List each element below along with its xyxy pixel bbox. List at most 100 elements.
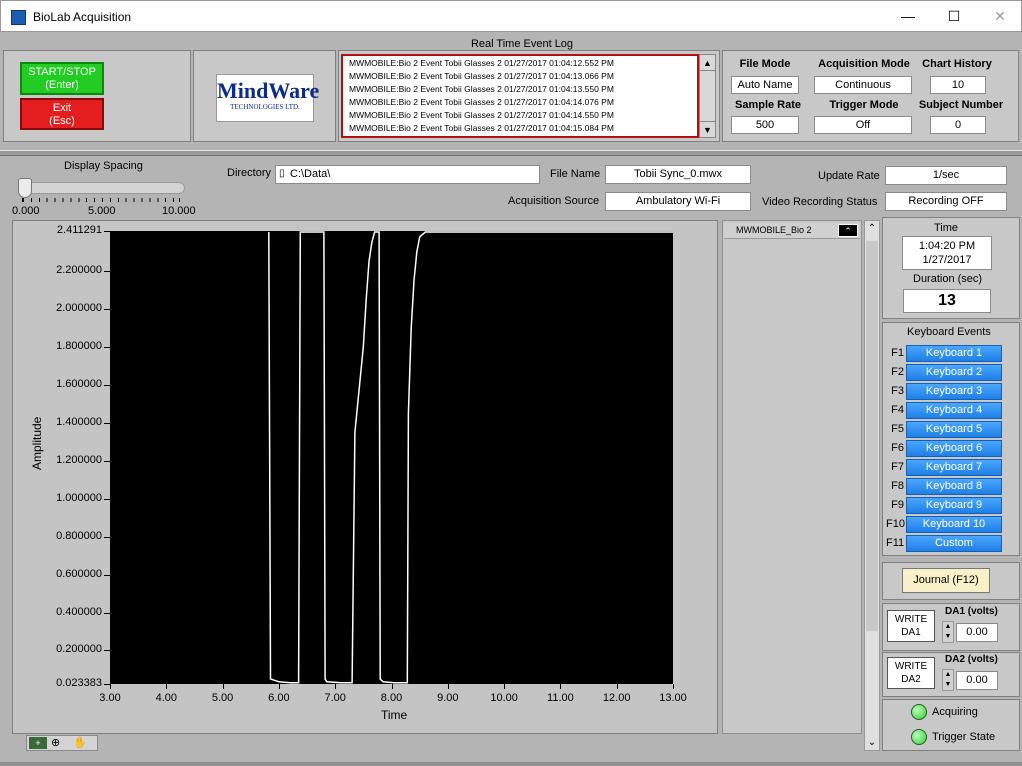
channel-scroll-down-icon[interactable]: ⌄ (865, 737, 879, 748)
function-key-label: F9 (891, 499, 904, 511)
video-status-label: Video Recording Status (762, 196, 878, 208)
pan-tool-icon[interactable]: ✋ (73, 736, 87, 749)
keyboard-event-button[interactable]: Keyboard 8 (906, 478, 1002, 495)
keyboard-event-button[interactable]: Keyboard 9 (906, 497, 1002, 514)
update-rate-field[interactable]: 1/sec (885, 166, 1007, 185)
channel-scroll-up-icon[interactable]: ⌃ (865, 223, 879, 234)
x-tick-label: 13.00 (659, 692, 687, 704)
function-key-label: F8 (891, 480, 904, 492)
folder-icon: ▯ (279, 168, 285, 179)
spacing-min-label: 0.000 (12, 205, 40, 217)
channel-scrollbar[interactable]: ⌃ ⌄ (864, 220, 880, 751)
chart-history-field[interactable]: 10 (930, 76, 986, 94)
x-tick-label: 8.00 (380, 692, 403, 704)
acquisition-mode-label: Acquisition Mode (818, 58, 910, 70)
keyboard-event-button[interactable]: Keyboard 1 (906, 345, 1002, 362)
log-scrollbar[interactable]: ▲ ▼ (699, 54, 716, 138)
da2-label: DA2 (volts) (945, 654, 998, 665)
x-tick-mark (504, 684, 506, 689)
cursor-tool-icon[interactable]: + (29, 737, 47, 749)
start-stop-button[interactable]: START/STOP (Enter) (20, 62, 104, 95)
time-label: Time (934, 222, 959, 234)
window-bottom-edge (0, 762, 1022, 766)
duration-value: 13 (903, 289, 991, 313)
keyboard-events-title: Keyboard Events (907, 326, 991, 338)
write-da2-button[interactable]: WRITE DA2 (887, 657, 935, 689)
display-spacing-label: Display Spacing (64, 160, 143, 172)
keyboard-event-button[interactable]: Keyboard 2 (906, 364, 1002, 381)
maximize-button[interactable]: ☐ (931, 1, 977, 33)
minimize-button[interactable]: — (885, 1, 931, 33)
channel-list (722, 220, 862, 734)
x-tick-label: 4.00 (155, 692, 177, 704)
video-status-field: Recording OFF (885, 192, 1007, 211)
scroll-down-icon[interactable]: ▼ (700, 121, 715, 137)
da2-stepper[interactable]: ▲ ▼ (942, 669, 954, 691)
logo-text: MindWare (217, 78, 320, 103)
exit-button[interactable]: Exit (Esc) (20, 98, 104, 130)
y-tick-mark (104, 460, 110, 462)
subject-number-field[interactable]: 0 (930, 116, 986, 134)
directory-field[interactable]: ▯ C:\Data\ (275, 165, 540, 184)
x-tick-mark (447, 684, 449, 689)
trigger-mode-label: Trigger Mode (829, 99, 899, 111)
scroll-up-icon[interactable]: ▲ (700, 55, 715, 71)
acquisition-mode-field[interactable]: Continuous (814, 76, 912, 94)
zoom-tool-icon[interactable]: ⊕ (51, 736, 60, 749)
slider-ticks (22, 198, 180, 202)
file-mode-label: File Mode (739, 58, 791, 70)
keyboard-event-button[interactable]: Keyboard 3 (906, 383, 1002, 400)
keyboard-event-button[interactable]: Keyboard 10 (906, 516, 1002, 533)
sample-rate-field[interactable]: 500 (731, 116, 799, 134)
keyboard-event-button[interactable]: Custom (906, 535, 1002, 552)
y-tick-label: 2.000000 (56, 302, 102, 315)
journal-button[interactable]: Journal (F12) (902, 568, 990, 593)
x-tick-mark (673, 684, 674, 689)
directory-value: C:\Data\ (290, 168, 331, 180)
file-name-field[interactable]: Tobii Sync_0.mwx (605, 165, 751, 184)
log-entry: MWMOBILE:Bio 2 Event Tobii Glasses 2 01/… (349, 97, 614, 107)
keyboard-event-button[interactable]: Keyboard 4 (906, 402, 1002, 419)
sample-rate-label: Sample Rate (734, 99, 802, 111)
time-display: 1:04:20 PM 1/27/2017 (902, 236, 992, 270)
da2-value[interactable]: 0.00 (956, 671, 998, 690)
display-spacing-slider[interactable] (18, 178, 32, 198)
graph-palette: + ⊕ ✋ (26, 735, 98, 751)
x-tick-label: 5.00 (211, 692, 234, 704)
y-tick-label: 1.800000 (56, 339, 102, 352)
channel-item[interactable]: MWMOBILE_Bio 2 ⌃ (724, 223, 860, 239)
da1-stepper[interactable]: ▲ ▼ (942, 621, 954, 643)
da1-value[interactable]: 0.00 (956, 623, 998, 642)
title-bar: BioLab Acquisition — ☐ ✕ (0, 0, 1022, 32)
duration-label: Duration (sec) (913, 273, 983, 285)
trigger-mode-field[interactable]: Off (814, 116, 912, 134)
y-tick-mark (104, 498, 110, 500)
write-da1-button[interactable]: WRITE DA1 (887, 610, 935, 642)
trigger-state-led (911, 729, 927, 745)
subject-number-label: Subject Number (918, 99, 1004, 111)
display-spacing-track[interactable] (20, 182, 185, 194)
scroll-thumb[interactable] (866, 241, 878, 631)
close-button[interactable]: ✕ (977, 1, 1022, 33)
keyboard-event-button[interactable]: Keyboard 5 (906, 421, 1002, 438)
x-tick-label: 11.00 (547, 692, 574, 704)
spacing-max-label: 10.000 (162, 205, 196, 217)
channel-plot-icon[interactable]: ⌃ (838, 224, 858, 237)
keyboard-event-button[interactable]: Keyboard 6 (906, 440, 1002, 457)
acquisition-source-field[interactable]: Ambulatory Wi-Fi (605, 192, 751, 211)
y-tick-label: 1.600000 (56, 377, 102, 390)
file-mode-field[interactable]: Auto Name (731, 76, 799, 94)
y-tick-label: 1.000000 (56, 491, 102, 504)
keyboard-event-button[interactable]: Keyboard 7 (906, 459, 1002, 476)
y-tick-label: 0.023383 (56, 677, 102, 689)
function-key-label: F11 (886, 537, 905, 549)
y-tick-mark (104, 384, 110, 386)
function-key-label: F3 (891, 385, 904, 397)
log-entry: MWMOBILE:Bio 2 Event Tobii Glasses 2 01/… (349, 123, 614, 133)
x-tick-mark (335, 684, 337, 689)
channel-name: MWMOBILE_Bio 2 (736, 225, 812, 235)
x-tick-label: 7.00 (324, 692, 346, 704)
event-log-list[interactable]: MWMOBILE:Bio 2 Event Tobii Glasses 2 01/… (341, 54, 699, 138)
y-tick-label: 2.200000 (56, 264, 102, 277)
y-tick-label: 0.800000 (56, 529, 102, 542)
